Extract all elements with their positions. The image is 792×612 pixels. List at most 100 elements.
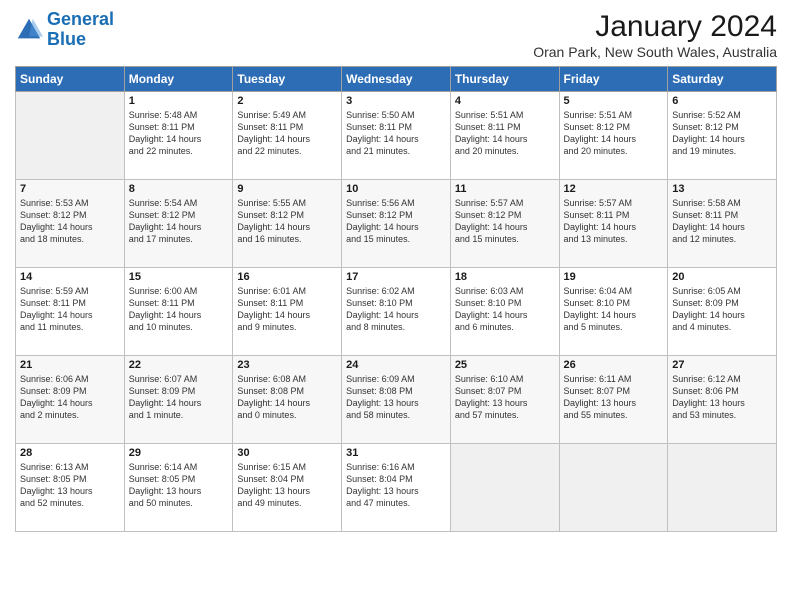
day-info: Sunrise: 5:48 AM Sunset: 8:11 PM Dayligh… [129,109,229,158]
day-number: 2 [237,95,337,107]
day-number: 26 [564,359,664,371]
calendar-day-cell: 1 Sunrise: 5:48 AM Sunset: 8:11 PM Daylig… [124,92,233,180]
day-number: 27 [672,359,772,371]
day-number: 5 [564,95,664,107]
calendar-day-cell [668,444,777,532]
day-info: Sunrise: 5:52 AM Sunset: 8:12 PM Dayligh… [672,109,772,158]
calendar-day-cell: 4 Sunrise: 5:51 AM Sunset: 8:11 PM Daylig… [450,92,559,180]
calendar-day-cell: 9 Sunrise: 5:55 AM Sunset: 8:12 PM Daylig… [233,180,342,268]
calendar-day-cell: 25 Sunrise: 6:10 AM Sunset: 8:07 PM Dayli… [450,356,559,444]
calendar-week-row: 1 Sunrise: 5:48 AM Sunset: 8:11 PM Daylig… [16,92,777,180]
day-number: 12 [564,183,664,195]
calendar-day-cell [16,92,125,180]
calendar-day-cell: 10 Sunrise: 5:56 AM Sunset: 8:12 PM Dayli… [342,180,451,268]
day-info: Sunrise: 6:16 AM Sunset: 8:04 PM Dayligh… [346,461,446,510]
day-number: 25 [455,359,555,371]
day-number: 16 [237,271,337,283]
day-info: Sunrise: 6:10 AM Sunset: 8:07 PM Dayligh… [455,373,555,422]
day-number: 9 [237,183,337,195]
day-info: Sunrise: 5:58 AM Sunset: 8:11 PM Dayligh… [672,197,772,246]
calendar-week-row: 28 Sunrise: 6:13 AM Sunset: 8:05 PM Dayli… [16,444,777,532]
day-number: 13 [672,183,772,195]
day-info: Sunrise: 6:08 AM Sunset: 8:08 PM Dayligh… [237,373,337,422]
day-number: 3 [346,95,446,107]
day-info: Sunrise: 6:12 AM Sunset: 8:06 PM Dayligh… [672,373,772,422]
day-number: 31 [346,447,446,459]
day-number: 14 [20,271,120,283]
weekday-header: Saturday [668,67,777,92]
day-number: 28 [20,447,120,459]
calendar-day-cell: 8 Sunrise: 5:54 AM Sunset: 8:12 PM Daylig… [124,180,233,268]
calendar-day-cell: 30Sunrise: 6:15 AM Sunset: 8:04 PM Dayli… [233,444,342,532]
day-info: Sunrise: 6:07 AM Sunset: 8:09 PM Dayligh… [129,373,229,422]
day-number: 10 [346,183,446,195]
day-info: Sunrise: 6:05 AM Sunset: 8:09 PM Dayligh… [672,285,772,334]
calendar-day-cell [450,444,559,532]
day-number: 29 [129,447,229,459]
calendar-title: January 2024 [533,10,777,44]
calendar-day-cell [559,444,668,532]
day-info: Sunrise: 5:51 AM Sunset: 8:12 PM Dayligh… [564,109,664,158]
day-info: Sunrise: 5:59 AM Sunset: 8:11 PM Dayligh… [20,285,120,334]
day-number: 18 [455,271,555,283]
day-number: 15 [129,271,229,283]
day-info: Sunrise: 6:02 AM Sunset: 8:10 PM Dayligh… [346,285,446,334]
calendar-day-cell: 22Sunrise: 6:07 AM Sunset: 8:09 PM Dayli… [124,356,233,444]
day-number: 1 [129,95,229,107]
day-info: Sunrise: 6:15 AM Sunset: 8:04 PM Dayligh… [237,461,337,510]
calendar-week-row: 21 Sunrise: 6:06 AM Sunset: 8:09 PM Dayli… [16,356,777,444]
day-info: Sunrise: 6:03 AM Sunset: 8:10 PM Dayligh… [455,285,555,334]
weekday-header: Monday [124,67,233,92]
day-info: Sunrise: 5:50 AM Sunset: 8:11 PM Dayligh… [346,109,446,158]
day-number: 7 [20,183,120,195]
weekday-header: Friday [559,67,668,92]
logo-text: General Blue [47,10,114,50]
logo: General Blue [15,10,114,50]
day-number: 21 [20,359,120,371]
calendar-day-cell: 12 Sunrise: 5:57 AM Sunset: 8:11 PM Dayli… [559,180,668,268]
title-block: January 2024 Oran Park, New South Wales,… [533,10,777,60]
day-info: Sunrise: 6:13 AM Sunset: 8:05 PM Dayligh… [20,461,120,510]
day-number: 4 [455,95,555,107]
day-info: Sunrise: 5:57 AM Sunset: 8:12 PM Dayligh… [455,197,555,246]
calendar-day-cell: 16Sunrise: 6:01 AM Sunset: 8:11 PM Dayli… [233,268,342,356]
calendar-day-cell: 7Sunrise: 5:53 AM Sunset: 8:12 PM Daylig… [16,180,125,268]
day-info: Sunrise: 5:56 AM Sunset: 8:12 PM Dayligh… [346,197,446,246]
day-number: 20 [672,271,772,283]
calendar-day-cell: 29Sunrise: 6:14 AM Sunset: 8:05 PM Dayli… [124,444,233,532]
calendar-day-cell: 14 Sunrise: 5:59 AM Sunset: 8:11 PM Dayli… [16,268,125,356]
calendar-day-cell: 21 Sunrise: 6:06 AM Sunset: 8:09 PM Dayli… [16,356,125,444]
day-info: Sunrise: 5:51 AM Sunset: 8:11 PM Dayligh… [455,109,555,158]
calendar-day-cell: 23Sunrise: 6:08 AM Sunset: 8:08 PM Dayli… [233,356,342,444]
logo-icon [15,16,43,44]
calendar-day-cell: 11Sunrise: 5:57 AM Sunset: 8:12 PM Dayli… [450,180,559,268]
day-info: Sunrise: 5:49 AM Sunset: 8:11 PM Dayligh… [237,109,337,158]
day-info: Sunrise: 5:54 AM Sunset: 8:12 PM Dayligh… [129,197,229,246]
calendar-day-cell: 13 Sunrise: 5:58 AM Sunset: 8:11 PM Dayli… [668,180,777,268]
calendar-body: 1 Sunrise: 5:48 AM Sunset: 8:11 PM Daylig… [16,92,777,532]
day-info: Sunrise: 6:00 AM Sunset: 8:11 PM Dayligh… [129,285,229,334]
calendar-header: SundayMondayTuesdayWednesdayThursdayFrid… [16,67,777,92]
calendar-day-cell: 24Sunrise: 6:09 AM Sunset: 8:08 PM Dayli… [342,356,451,444]
day-number: 19 [564,271,664,283]
header: General Blue January 2024 Oran Park, New… [15,10,777,60]
calendar-day-cell: 28 Sunrise: 6:13 AM Sunset: 8:05 PM Dayli… [16,444,125,532]
day-info: Sunrise: 6:06 AM Sunset: 8:09 PM Dayligh… [20,373,120,422]
day-info: Sunrise: 5:55 AM Sunset: 8:12 PM Dayligh… [237,197,337,246]
day-number: 8 [129,183,229,195]
day-info: Sunrise: 6:04 AM Sunset: 8:10 PM Dayligh… [564,285,664,334]
calendar-day-cell: 19 Sunrise: 6:04 AM Sunset: 8:10 PM Dayli… [559,268,668,356]
calendar-day-cell: 5 Sunrise: 5:51 AM Sunset: 8:12 PM Daylig… [559,92,668,180]
calendar-page: General Blue January 2024 Oran Park, New… [0,0,792,612]
calendar-day-cell: 20 Sunrise: 6:05 AM Sunset: 8:09 PM Dayli… [668,268,777,356]
day-info: Sunrise: 6:09 AM Sunset: 8:08 PM Dayligh… [346,373,446,422]
calendar-day-cell: 15 Sunrise: 6:00 AM Sunset: 8:11 PM Dayli… [124,268,233,356]
calendar-day-cell: 2 Sunrise: 5:49 AM Sunset: 8:11 PM Daylig… [233,92,342,180]
calendar-table: SundayMondayTuesdayWednesdayThursdayFrid… [15,66,777,532]
calendar-week-row: 7Sunrise: 5:53 AM Sunset: 8:12 PM Daylig… [16,180,777,268]
day-number: 6 [672,95,772,107]
header-row: SundayMondayTuesdayWednesdayThursdayFrid… [16,67,777,92]
weekday-header: Thursday [450,67,559,92]
day-info: Sunrise: 5:57 AM Sunset: 8:11 PM Dayligh… [564,197,664,246]
weekday-header: Sunday [16,67,125,92]
